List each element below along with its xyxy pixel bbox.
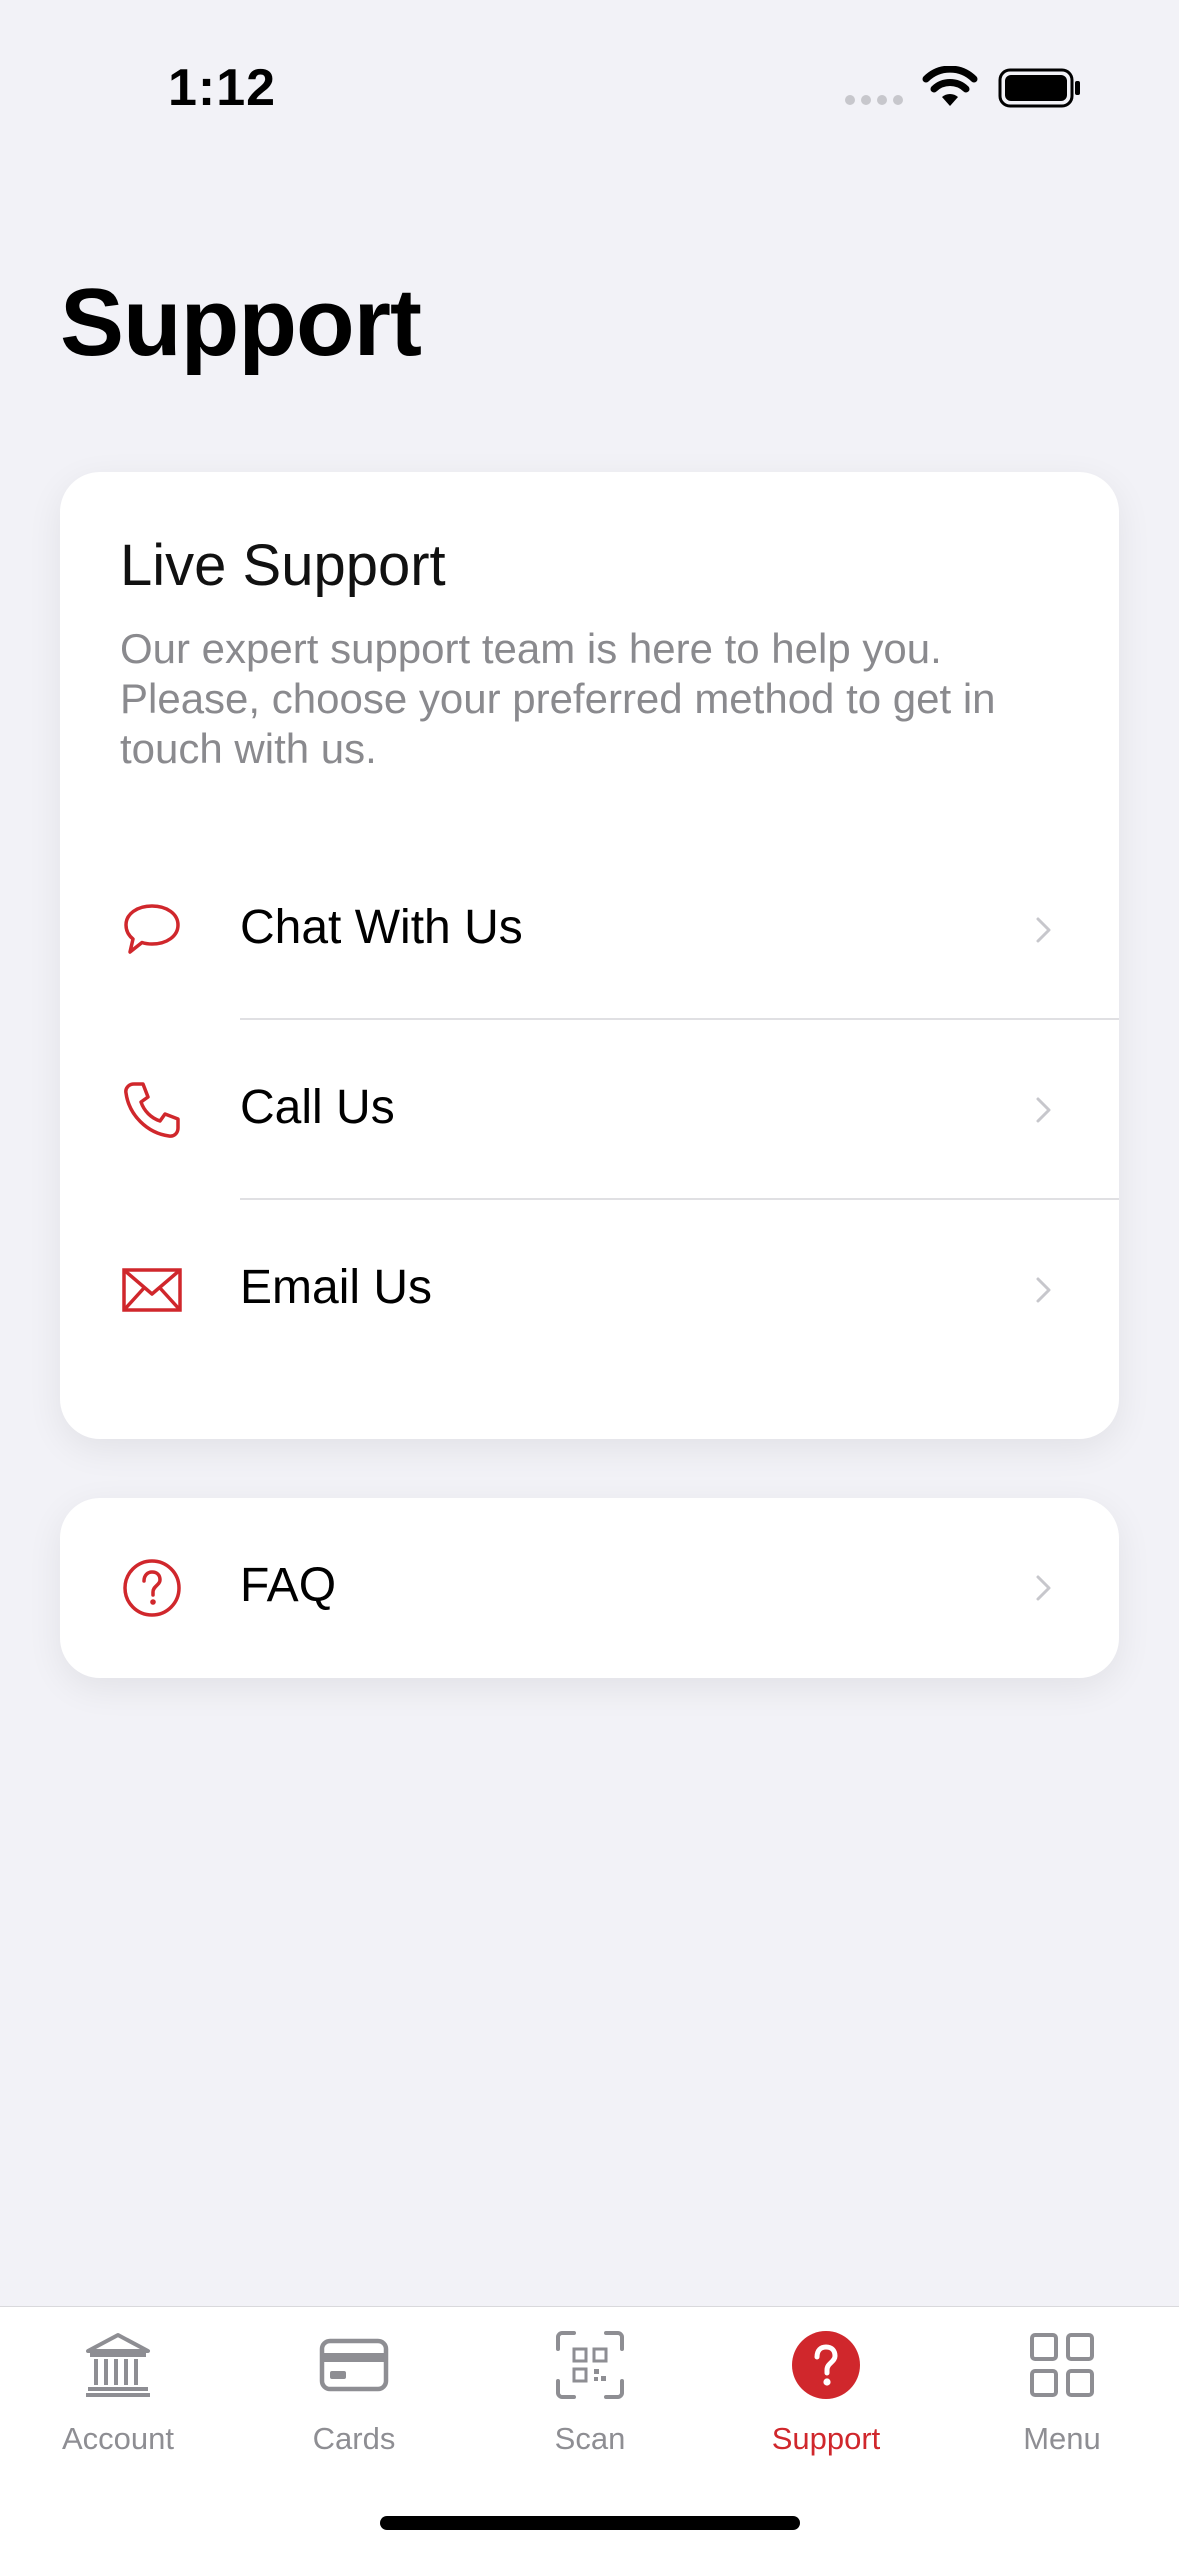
wifi-icon	[922, 66, 978, 106]
battery-icon	[998, 68, 1080, 108]
tab-cards[interactable]: Cards	[236, 2307, 472, 2507]
question-badge-icon	[792, 2331, 860, 2399]
page-title: Support	[60, 269, 422, 376]
home-indicator	[380, 2516, 800, 2530]
tab-menu-label: Menu	[1023, 2421, 1101, 2456]
chevron-right-icon	[1036, 917, 1051, 943]
email-us-row[interactable]: Email Us	[60, 1200, 1119, 1380]
email-us-label: Email Us	[240, 1261, 433, 1314]
chat-with-us-label: Chat With Us	[240, 901, 523, 954]
faq-card: FAQ	[60, 1498, 1119, 1678]
faq-row[interactable]: FAQ	[60, 1498, 1119, 1678]
grid-icon	[1030, 2333, 1094, 2397]
call-us-row[interactable]: Call Us	[60, 1020, 1119, 1200]
qr-scan-icon	[556, 2331, 624, 2399]
chevron-right-icon	[1036, 1575, 1051, 1601]
chevron-right-icon	[1036, 1277, 1051, 1303]
live-support-description: Our expert support team is here to help …	[120, 625, 996, 772]
tab-account[interactable]: Account	[0, 2307, 236, 2507]
chat-with-us-row[interactable]: Chat With Us	[60, 840, 1119, 1020]
envelope-icon	[122, 1268, 182, 1312]
status-bar: 1:12	[0, 0, 1179, 150]
tab-support-label: Support	[771, 2421, 881, 2456]
phone-icon	[124, 1082, 180, 1138]
cellular-signal-icon	[845, 95, 903, 105]
call-us-label: Call Us	[240, 1081, 395, 1134]
card-icon	[319, 2338, 389, 2392]
faq-label: FAQ	[240, 1559, 337, 1612]
tab-scan[interactable]: Scan	[472, 2307, 708, 2507]
live-support-title: Live Support	[120, 533, 446, 598]
tab-cards-label: Cards	[312, 2421, 396, 2456]
live-support-card: Live Support Our expert support team is …	[60, 472, 1119, 1439]
bank-icon	[86, 2333, 150, 2397]
tab-menu[interactable]: Menu	[944, 2307, 1179, 2507]
tab-account-label: Account	[61, 2421, 174, 2456]
tab-support[interactable]: Support	[708, 2307, 944, 2507]
chat-bubble-icon	[124, 904, 180, 954]
chevron-right-icon	[1036, 1097, 1051, 1123]
status-time: 1:12	[168, 59, 277, 117]
tab-scan-label: Scan	[554, 2421, 626, 2456]
question-circle-icon	[123, 1559, 181, 1617]
